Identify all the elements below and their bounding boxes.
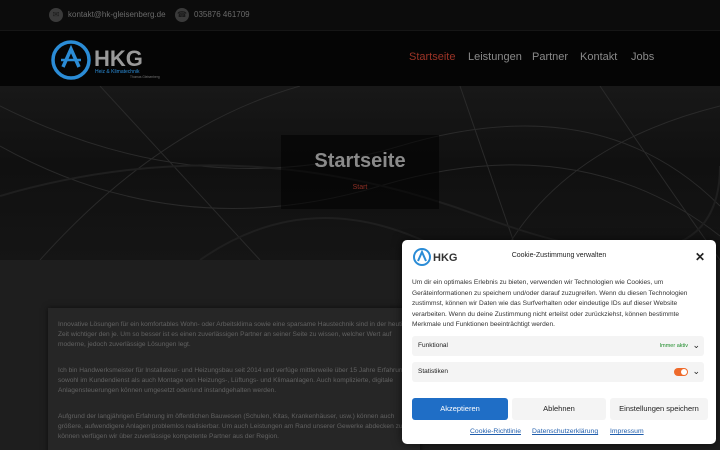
page-title: Startseite: [314, 150, 406, 172]
phone-icon: ☎: [175, 8, 189, 22]
cookie-consent-dialog: HKG Cookie-Zustimmung verwalten ✕ Um dir…: [402, 240, 716, 444]
nav-leistungen[interactable]: Leistungen: [468, 51, 522, 63]
close-icon[interactable]: ✕: [695, 250, 705, 264]
intro-paragraph-1: Innovative Lösungen für ein komfortables…: [58, 321, 414, 348]
nav-jobs[interactable]: Jobs: [631, 51, 654, 63]
cookie-policy-link[interactable]: Cookie-Richtlinie: [470, 428, 521, 435]
cookie-message: Um dir ein optimales Erlebnis zu bieten,…: [412, 279, 688, 328]
mail-icon: ✉: [49, 8, 63, 22]
imprint-link[interactable]: Impressum: [610, 428, 644, 435]
logo-wordmark: HKG: [94, 46, 143, 71]
hero-banner: Startseite Start: [0, 86, 720, 260]
intro-paragraph-3: Aufgrund der langjährigen Erfahrung im ö…: [58, 413, 403, 440]
cookie-category-statistiken[interactable]: Statistiken ⌄: [412, 362, 704, 382]
chevron-down-icon[interactable]: ⌄: [692, 366, 700, 377]
email-link[interactable]: kontakt@hk-gleisenberg.de: [68, 10, 166, 19]
category-label: Statistiken: [418, 368, 448, 375]
deny-button[interactable]: Ablehnen: [512, 398, 606, 420]
nav-kontakt[interactable]: Kontakt: [580, 51, 617, 63]
nav-startseite[interactable]: Startseite: [409, 51, 455, 63]
breadcrumb[interactable]: Start: [281, 184, 439, 191]
main-navbar: HKG Heiz & Klimatechnik Thomas Gleisenbe…: [0, 30, 720, 86]
logo-sub: Thomas Gleisenberg: [130, 75, 160, 79]
nav-partner[interactable]: Partner: [532, 51, 568, 63]
cookie-dialog-title: Cookie-Zustimmung verwalten: [511, 252, 607, 259]
chevron-down-icon[interactable]: ⌄: [692, 340, 700, 351]
intro-paragraph-2: Ich bin Handwerksmeister für Installateu…: [58, 367, 407, 394]
privacy-policy-link[interactable]: Datenschutzerklärung: [532, 428, 598, 435]
statistics-toggle[interactable]: [674, 368, 688, 376]
phone-link[interactable]: 035876 461709: [194, 10, 250, 19]
always-active-badge: Immer aktiv: [659, 343, 688, 349]
accept-button[interactable]: Akzeptieren: [412, 398, 508, 420]
save-settings-button[interactable]: Einstellungen speichern: [610, 398, 708, 420]
cookie-category-funktional[interactable]: Funktional Immer aktiv ⌄: [412, 336, 704, 356]
top-contact-bar: ✉ kontakt@hk-gleisenberg.de ☎ 035876 461…: [0, 0, 720, 30]
intro-card: Innovative Lösungen für ein komfortables…: [48, 308, 420, 450]
category-label: Funktional: [418, 342, 448, 349]
hkg-logo[interactable]: HKG Heiz & Klimatechnik Thomas Gleisenbe…: [50, 39, 180, 81]
